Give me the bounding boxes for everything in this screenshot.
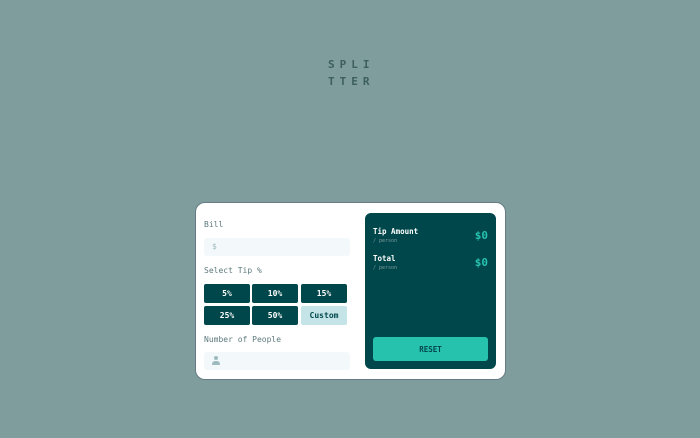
tip-amount-value: $0 <box>474 229 488 242</box>
total-value: $0 <box>474 256 488 269</box>
bill-field[interactable]: $ <box>204 238 350 256</box>
bill-input[interactable] <box>222 240 344 254</box>
people-label: Number of People <box>204 335 282 344</box>
people-input[interactable] <box>222 354 344 368</box>
app-logo: SPLI TTER <box>328 56 388 90</box>
person-icon <box>212 356 220 366</box>
tip-button-25[interactable]: 25% <box>204 306 250 325</box>
total-per-person: / person <box>373 265 398 271</box>
calculator-card: Bill $ Select Tip % 5% 10% 15% 25% 50% C… <box>196 203 505 379</box>
people-field[interactable] <box>204 352 350 370</box>
tip-custom-button[interactable]: Custom <box>301 306 347 325</box>
tip-button-5[interactable]: 5% <box>204 284 250 303</box>
logo-line-2: TTER <box>328 75 375 88</box>
tip-button-15[interactable]: 15% <box>301 284 347 303</box>
bill-label: Bill <box>204 220 224 229</box>
dollar-icon: $ <box>212 242 217 251</box>
reset-button[interactable]: RESET <box>373 337 488 361</box>
select-tip-label: Select Tip % <box>204 266 262 275</box>
tip-amount-per-person: / person <box>373 238 398 244</box>
logo-line-1: SPLI <box>328 58 375 71</box>
results-panel: Tip Amount / person $0 Total / person $0… <box>365 213 496 369</box>
tip-button-50[interactable]: 50% <box>252 306 298 325</box>
tip-button-10[interactable]: 10% <box>252 284 298 303</box>
tip-amount-label: Tip Amount <box>373 227 419 236</box>
total-label: Total <box>373 254 396 263</box>
